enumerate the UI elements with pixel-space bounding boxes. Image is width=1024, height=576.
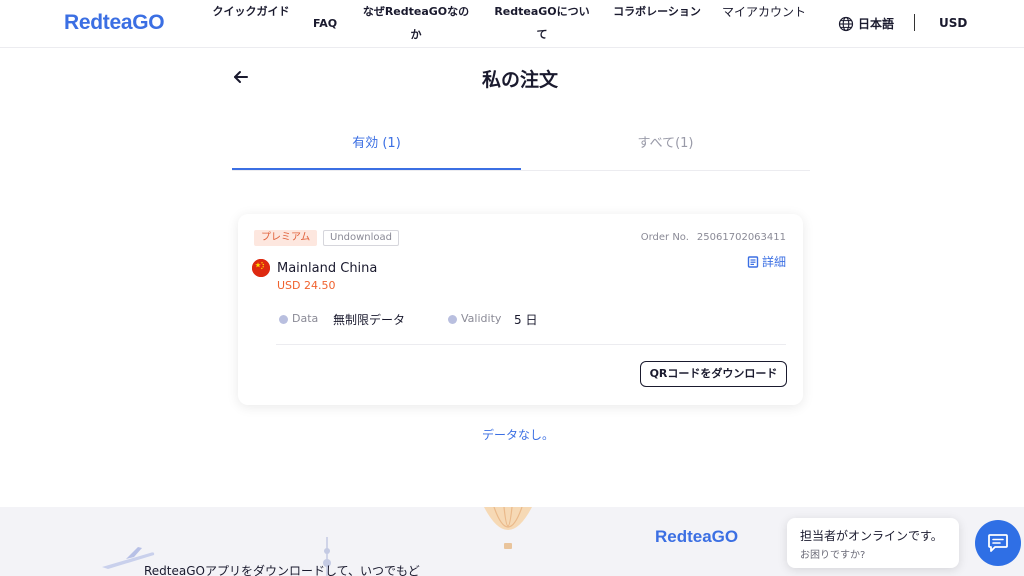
details-label: 詳細 (761, 255, 786, 269)
data-bullet-icon (279, 315, 288, 324)
card-divider (276, 344, 786, 345)
order-number-value: 25061702063411 (696, 232, 786, 243)
plan-country: Mainland China (277, 261, 378, 276)
order-tabs: 有効 (1) すべて(1) (232, 124, 810, 171)
hot-air-balloon-icon (484, 507, 532, 549)
plan-price: USD 24.50 (277, 279, 336, 292)
language-selector[interactable]: 日本語 (838, 15, 894, 32)
globe-icon (838, 16, 854, 31)
order-number-label: Order No. (640, 232, 689, 243)
footer-logo: RedteaGO (655, 527, 739, 546)
footer-app-promo: RedteaGOアプリをダウンロードして、いつでもど (144, 564, 420, 576)
nav-collaboration[interactable]: コラボレーション (612, 0, 702, 23)
data-label: Data (292, 312, 319, 325)
chat-popup[interactable]: 担当者がオンラインです。 お困りですか? (787, 518, 959, 568)
chat-launcher-button[interactable] (975, 520, 1021, 566)
redteago-logo[interactable]: RedteaGO (64, 11, 165, 35)
order-number: Order No. 25061702063411 (641, 232, 786, 243)
no-data-message: データなし。 (481, 428, 554, 442)
nav-about-redteago[interactable]: RedteaGOについて (490, 0, 594, 46)
download-qr-button[interactable]: QRコードをダウンロード (640, 361, 787, 387)
order-card: プレミアム Undownload Order No. 25061702063411… (238, 214, 803, 405)
nav-quick-guide[interactable]: クイックガイド (212, 0, 290, 23)
nav-my-account[interactable]: マイアカウント (722, 1, 812, 24)
premium-tag: プレミアム (254, 230, 318, 246)
tab-all[interactable]: すべて(1) (521, 124, 810, 170)
currency-selector[interactable]: USD (939, 16, 967, 30)
chat-icon (988, 534, 1008, 552)
chat-subtitle: お困りですか? (800, 550, 866, 561)
data-value: 無制限データ (333, 313, 406, 327)
download-status-badge: Undownload (323, 230, 400, 246)
nav-faq[interactable]: FAQ (308, 12, 342, 35)
validity-value: 5 日 (514, 313, 538, 327)
tab-active[interactable]: 有効 (1) (232, 124, 521, 170)
header-divider (914, 14, 915, 31)
chat-title: 担当者がオンラインです。 (800, 529, 943, 543)
nav-why-redteago[interactable]: なぜRedteaGOなのか (360, 0, 472, 46)
document-icon (747, 255, 759, 268)
language-label: 日本語 (858, 17, 895, 31)
china-flag-icon (252, 259, 270, 277)
validity-bullet-icon (448, 315, 457, 324)
details-link[interactable]: 詳細 (747, 253, 786, 270)
validity-label: Validity (461, 312, 502, 325)
top-navigation-bar: RedteaGO クイックガイド FAQ なぜRedteaGOなのか Redte… (0, 0, 1024, 48)
page-title: 私の注文 (481, 69, 558, 91)
